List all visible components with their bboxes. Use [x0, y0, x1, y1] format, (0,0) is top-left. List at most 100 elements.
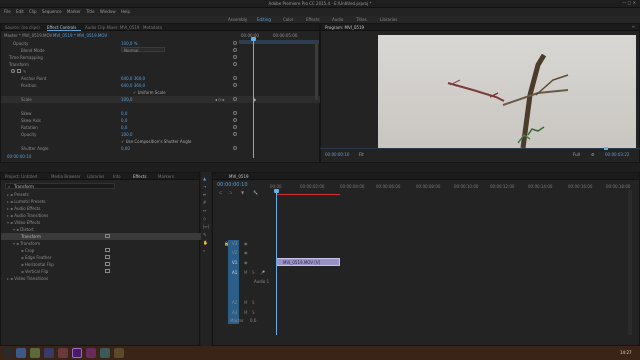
- master-volume-value[interactable]: 0,0: [250, 318, 256, 323]
- tree-item-horizontal-flip[interactable]: ▪ Horizontal Flip: [21, 262, 54, 267]
- tree-item-transform-group[interactable]: ▾ ▪ Transform: [13, 241, 40, 246]
- mask-tools[interactable]: ✎: [11, 69, 41, 74]
- effect-value[interactable]: 100,0 %: [121, 41, 138, 46]
- track-select-tool-icon[interactable]: ⇥: [203, 184, 206, 189]
- razor-tool-icon[interactable]: ◇: [203, 216, 206, 221]
- tab-effects[interactable]: Effects: [133, 174, 147, 179]
- tree-item-selected[interactable]: Transform: [1, 233, 201, 240]
- eye-icon[interactable]: ◉: [244, 260, 248, 265]
- master-clip-label[interactable]: Master * MVI_0519.MOV: [4, 33, 52, 38]
- taskbar-app-icon[interactable]: [30, 348, 40, 358]
- ec-playhead-handle[interactable]: [251, 37, 256, 41]
- timeline-timecode[interactable]: 00:00:00:10: [217, 182, 248, 188]
- taskbar-app-icon[interactable]: [86, 348, 96, 358]
- keyframe-stopwatch-icon[interactable]: [233, 55, 237, 59]
- program-title[interactable]: Program: MVI_0519: [325, 25, 364, 30]
- menu-edit[interactable]: Edit: [16, 9, 24, 14]
- effect-value[interactable]: 100,0: [121, 132, 132, 137]
- keyframe-stopwatch-icon[interactable]: [233, 97, 237, 101]
- mute-icon[interactable]: M: [244, 270, 247, 275]
- tab-sequence[interactable]: MVI_0519: [229, 174, 249, 179]
- program-video-frame[interactable]: [378, 35, 636, 148]
- taskbar-app-icon[interactable]: [44, 348, 54, 358]
- rate-stretch-tool-icon[interactable]: ↔: [203, 208, 206, 213]
- composition-shutter-checkbox[interactable]: ✓ Use Composition's Shutter Angle: [121, 139, 191, 144]
- keyframe-stopwatch-icon[interactable]: [233, 62, 237, 66]
- tree-item-video-effects[interactable]: ▾ ▪ Video Effects: [7, 220, 40, 225]
- pen-mask-icon[interactable]: ✎: [23, 69, 26, 74]
- keyframe-stopwatch-icon[interactable]: [233, 83, 237, 87]
- timeline-settings-icon[interactable]: 🔧: [253, 190, 258, 195]
- program-timecode[interactable]: 00:00:00:10: [325, 152, 349, 157]
- program-scrubber-head[interactable]: [604, 147, 608, 150]
- ec-scrollbar[interactable]: [315, 40, 318, 100]
- effect-value[interactable]: 640,0 360,0: [121, 83, 145, 88]
- tree-item-distort[interactable]: ▾ ▪ Distort: [13, 227, 34, 232]
- ws-editing[interactable]: Editing: [257, 17, 271, 22]
- tab-media-browser[interactable]: Media Browser: [51, 174, 81, 179]
- keyframe-stopwatch-icon[interactable]: [233, 48, 237, 52]
- resolution-select[interactable]: Full: [573, 152, 580, 157]
- tab-project[interactable]: Project: Untitled: [5, 174, 37, 179]
- tab-libraries[interactable]: Libraries: [87, 174, 104, 179]
- menu-sequence[interactable]: Sequence: [42, 9, 62, 14]
- keyframe-nav-icon[interactable]: ◂ ◇ ▸: [215, 97, 225, 102]
- mic-icon[interactable]: 🎤: [260, 270, 265, 275]
- keyframe-stopwatch-icon[interactable]: [233, 132, 237, 136]
- menu-file[interactable]: File: [4, 9, 11, 14]
- tab-audio-clip-mixer[interactable]: Audio Clip Mixer: MVI_0519: [85, 25, 139, 30]
- ws-effects[interactable]: Effects: [306, 17, 320, 22]
- track-a2-label[interactable]: A2: [232, 300, 237, 305]
- track-v1-label[interactable]: V1: [232, 260, 237, 265]
- keyframe-stopwatch-icon[interactable]: [233, 125, 237, 129]
- eye-icon[interactable]: ◉: [244, 241, 248, 246]
- premiere-taskbar-icon[interactable]: [72, 348, 82, 358]
- pen-tool-icon[interactable]: ✎: [203, 232, 206, 237]
- effect-name[interactable]: Time Remapping: [9, 55, 43, 60]
- lock-icon[interactable]: 🔒: [224, 241, 229, 246]
- mute-icon[interactable]: M: [244, 310, 247, 315]
- tree-item-crop[interactable]: ▪ Crop: [21, 248, 34, 253]
- linked-selection-icon[interactable]: ⊃: [229, 190, 232, 195]
- track-a1-label[interactable]: A1: [232, 270, 237, 275]
- start-icon[interactable]: [3, 348, 13, 358]
- slip-tool-icon[interactable]: |↔|: [203, 224, 209, 229]
- keyframe-stopwatch-icon[interactable]: [233, 118, 237, 122]
- window-controls[interactable]: — ▢ ✕: [622, 0, 636, 5]
- zoom-tool-icon[interactable]: ⌕: [203, 248, 205, 253]
- effect-value[interactable]: 640,0 360,0: [121, 76, 145, 81]
- ws-color[interactable]: Color: [283, 17, 293, 22]
- tree-item-presets[interactable]: ▸ ▪ Presets: [7, 192, 29, 197]
- keyframe-stopwatch-icon[interactable]: [233, 111, 237, 115]
- ws-libraries[interactable]: Libraries: [380, 17, 397, 22]
- tree-item-video-transitions[interactable]: ▸ ▪ Video Transitions: [7, 276, 48, 281]
- effect-name[interactable]: Transform: [9, 62, 29, 67]
- tab-info[interactable]: Info: [113, 174, 121, 179]
- effect-value[interactable]: 100,0: [121, 97, 132, 102]
- snap-icon[interactable]: ⊂: [219, 190, 222, 195]
- track-a3-label[interactable]: A3: [232, 310, 237, 315]
- tab-source[interactable]: Source: (no clips): [5, 25, 40, 30]
- tab-markers[interactable]: Markers: [158, 174, 174, 179]
- ec-footer-timecode[interactable]: 00:00:00:10: [7, 154, 31, 159]
- sequence-clip-label[interactable]: MVI_0519 * MVI_0519.MOV: [53, 33, 107, 38]
- track-v2-label[interactable]: V2: [232, 250, 237, 255]
- timeline-playhead[interactable]: [276, 190, 277, 335]
- effects-search-input[interactable]: ⌕ Transform: [5, 183, 115, 189]
- solo-icon[interactable]: S: [252, 270, 255, 275]
- keyframe-stopwatch-icon[interactable]: [233, 41, 237, 45]
- selection-tool-icon[interactable]: ▲: [203, 176, 206, 181]
- menu-title[interactable]: Title: [86, 9, 95, 14]
- clock[interactable]: 14:27: [620, 350, 632, 355]
- effect-value[interactable]: 0,0: [121, 125, 127, 130]
- menu-clip[interactable]: Clip: [29, 9, 37, 14]
- track-v3-label[interactable]: V3: [232, 241, 237, 246]
- timeline-playhead-handle[interactable]: [274, 189, 279, 193]
- tree-item-vertical-flip[interactable]: ▪ Vertical Flip: [21, 269, 48, 274]
- solo-icon[interactable]: S: [252, 300, 255, 305]
- tree-item-edge-feather[interactable]: ▪ Edge Feather: [21, 255, 52, 260]
- ec-playhead[interactable]: [253, 38, 254, 158]
- tree-item-audio-effects[interactable]: ▸ ▪ Audio Effects: [7, 206, 41, 211]
- menu-help[interactable]: Help: [121, 9, 130, 14]
- tree-item-audio-transitions[interactable]: ▸ ▪ Audio Transitions: [7, 213, 48, 218]
